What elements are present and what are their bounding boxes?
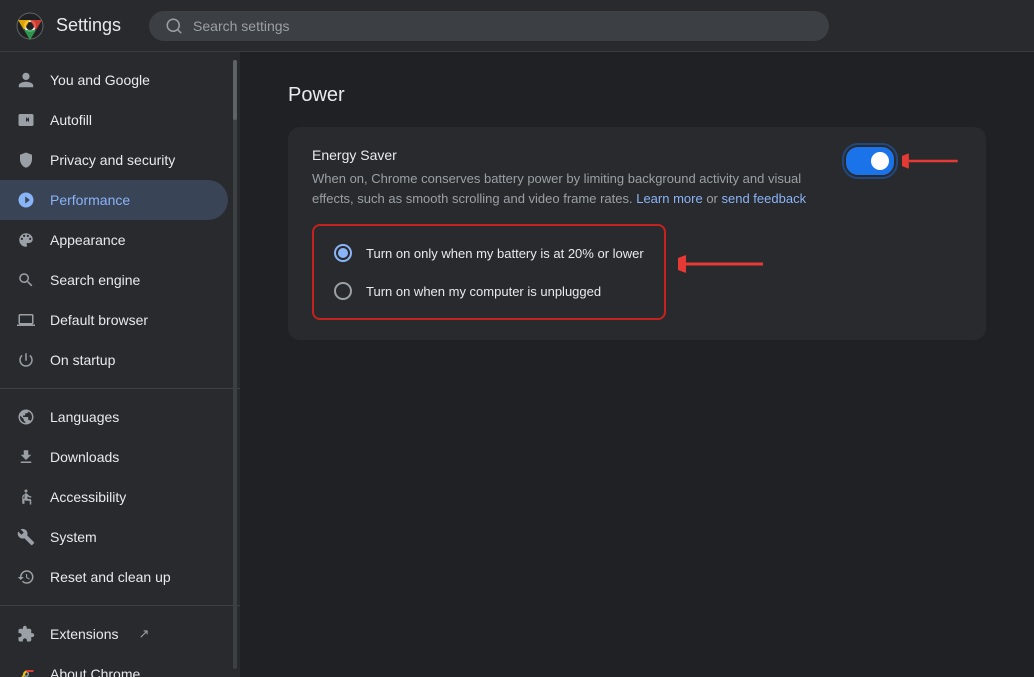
radio-label: Turn on only when my battery is at 20% o… [366, 246, 644, 261]
sidebar-label: System [50, 529, 97, 545]
sidebar-label: Downloads [50, 449, 119, 465]
sidebar-label: Default browser [50, 312, 148, 328]
history-icon [16, 567, 36, 587]
puzzle-icon [16, 624, 36, 644]
radio-arrow-indicator [678, 252, 768, 276]
body: You and Google Autofill Privacy and secu… [0, 52, 1034, 677]
sidebar-label: Privacy and security [50, 152, 175, 168]
card-desc-or: or [706, 191, 721, 206]
sidebar-item-downloads[interactable]: Downloads [0, 437, 228, 477]
red-arrow-indicator [902, 149, 962, 173]
sidebar-item-system[interactable]: System [0, 517, 228, 557]
sidebar-item-extensions[interactable]: Extensions ↗ [0, 614, 228, 654]
desktop-icon [16, 310, 36, 330]
card-title: Energy Saver [312, 147, 830, 163]
radio-option-unplugged[interactable]: Turn on when my computer is unplugged [326, 272, 652, 310]
sidebar-label: You and Google [50, 72, 150, 88]
palette-icon [16, 230, 36, 250]
badge-icon [16, 110, 36, 130]
sidebar-divider [0, 388, 240, 389]
sidebar-item-accessibility[interactable]: Accessibility [0, 477, 228, 517]
scrollbar-track [233, 60, 237, 669]
sidebar-item-on-startup[interactable]: On startup [0, 340, 228, 380]
sidebar-item-languages[interactable]: Languages [0, 397, 228, 437]
card-description: When on, Chrome conserves battery power … [312, 169, 830, 208]
sidebar-item-privacy-and-security[interactable]: Privacy and security [0, 140, 228, 180]
power-icon [16, 350, 36, 370]
sidebar-item-reset-and-clean[interactable]: Reset and clean up [0, 557, 228, 597]
accessibility-icon [16, 487, 36, 507]
external-link-icon: ↗ [138, 626, 149, 642]
sidebar-label: Accessibility [50, 489, 126, 505]
sidebar-item-autofill[interactable]: Autofill [0, 100, 228, 140]
sidebar: You and Google Autofill Privacy and secu… [0, 52, 240, 677]
send-feedback-link[interactable]: send feedback [722, 191, 807, 206]
radio-circle [334, 282, 352, 300]
toggle-with-arrow [846, 147, 962, 175]
speed-icon [16, 190, 36, 210]
search-input[interactable] [193, 18, 813, 34]
sidebar-divider-2 [0, 605, 240, 606]
chrome-icon [16, 664, 36, 677]
sidebar-item-about-chrome[interactable]: About Chrome [0, 654, 228, 677]
sidebar-label: On startup [50, 352, 115, 368]
radio-section: Turn on only when my battery is at 20% o… [312, 208, 962, 320]
sidebar-label: Performance [50, 192, 130, 208]
radio-circle-selected [334, 244, 352, 262]
sidebar-label: Autofill [50, 112, 92, 128]
energy-saver-toggle[interactable] [846, 147, 894, 175]
person-icon [16, 70, 36, 90]
sidebar-label: Appearance [50, 232, 126, 248]
radio-label: Turn on when my computer is unplugged [366, 284, 601, 299]
sidebar-item-you-and-google[interactable]: You and Google [0, 60, 228, 100]
sidebar-item-search-engine[interactable]: Search engine [0, 260, 228, 300]
scrollbar-thumb[interactable] [233, 60, 237, 120]
search-engine-icon [16, 270, 36, 290]
sidebar-item-appearance[interactable]: Appearance [0, 220, 228, 260]
search-bar[interactable] [149, 11, 829, 41]
card-info: Energy Saver When on, Chrome conserves b… [312, 147, 830, 208]
card-header-row: Energy Saver When on, Chrome conserves b… [312, 147, 962, 208]
section-title: Power [288, 84, 986, 107]
energy-saver-card: Energy Saver When on, Chrome conserves b… [288, 127, 986, 340]
main-content: Power Energy Saver When on, Chrome conse… [240, 52, 1034, 677]
radio-options-box: Turn on only when my battery is at 20% o… [312, 224, 666, 320]
app-title: Settings [56, 15, 121, 36]
globe-icon [16, 407, 36, 427]
wrench-icon [16, 527, 36, 547]
radio-option-battery-20[interactable]: Turn on only when my battery is at 20% o… [326, 234, 652, 272]
header: Settings [0, 0, 1034, 52]
sidebar-label: Languages [50, 409, 119, 425]
chrome-logo-icon [16, 12, 44, 40]
sidebar-label: About Chrome [50, 666, 140, 677]
learn-more-link[interactable]: Learn more [636, 191, 702, 206]
search-icon [165, 17, 183, 35]
shield-icon [16, 150, 36, 170]
toggle-thumb [871, 152, 889, 170]
download-icon [16, 447, 36, 467]
sidebar-item-default-browser[interactable]: Default browser [0, 300, 228, 340]
sidebar-label: Reset and clean up [50, 569, 171, 585]
sidebar-label: Extensions [50, 626, 118, 642]
sidebar-item-performance[interactable]: Performance [0, 180, 228, 220]
sidebar-label: Search engine [50, 272, 140, 288]
